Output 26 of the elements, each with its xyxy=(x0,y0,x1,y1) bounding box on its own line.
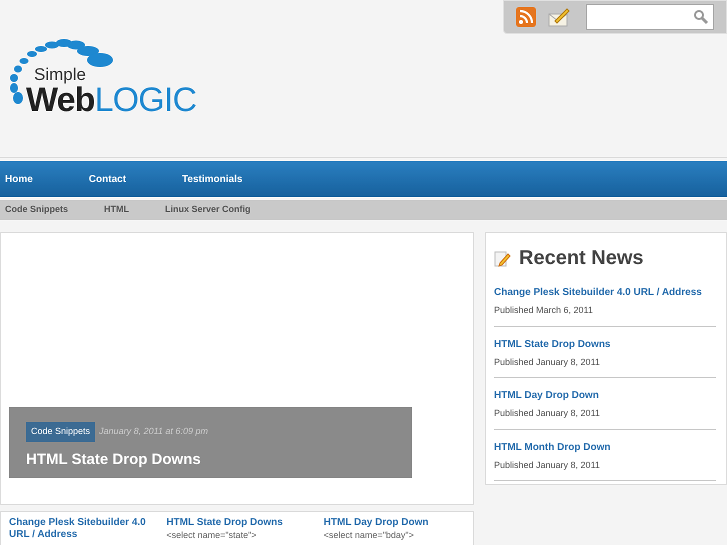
post-title[interactable]: HTML Day Drop Down xyxy=(324,517,465,529)
nav-link[interactable]: Testimonials xyxy=(177,168,248,190)
subnav-link[interactable]: Code Snippets xyxy=(0,203,74,217)
news-link[interactable]: HTML Month Drop Down xyxy=(494,440,716,454)
post-excerpt: <select name="bday"> xyxy=(324,529,415,541)
post-title[interactable]: HTML State Drop Downs xyxy=(166,517,308,529)
news-link[interactable]: HTML Day Drop Down xyxy=(494,388,716,403)
subnav-link[interactable]: HTML xyxy=(99,203,134,217)
post-date: January 8, 2011 at 6:09 pm xyxy=(99,425,208,438)
news-date: Published January 8, 2011 xyxy=(494,356,601,369)
news-date: Published January 8, 2011 xyxy=(494,407,601,420)
news-link[interactable]: HTML State Drop Downs xyxy=(494,336,716,352)
post-title[interactable]: Change Plesk Sitebuilder 4.0 URL / Address xyxy=(9,517,150,541)
nav-link[interactable]: Contact xyxy=(84,168,132,190)
category-tag[interactable]: Code Snippets xyxy=(26,422,96,442)
news-link[interactable]: Change Plesk Sitebuilder 4.0 URL / Address xyxy=(494,285,716,300)
logo-text[interactable]: WebLOGIC xyxy=(26,83,196,117)
logo-subtitle: Simple xyxy=(34,66,87,83)
subnav-link[interactable]: Linux Server Config xyxy=(160,203,256,217)
news-date: Published March 6, 2011 xyxy=(494,304,594,317)
recent-news-heading: Recent News xyxy=(519,246,644,271)
nav-link[interactable]: Home xyxy=(0,168,38,190)
slide-caption[interactable]: Code Snippets January 8, 2011 at 6:09 pm HTML State Drop Downs xyxy=(9,407,412,478)
post-excerpt: <select name="state"> xyxy=(166,529,258,541)
news-date: Published January 8, 2011 xyxy=(494,458,601,472)
slide-title[interactable]: HTML State Drop Downs xyxy=(26,448,412,471)
